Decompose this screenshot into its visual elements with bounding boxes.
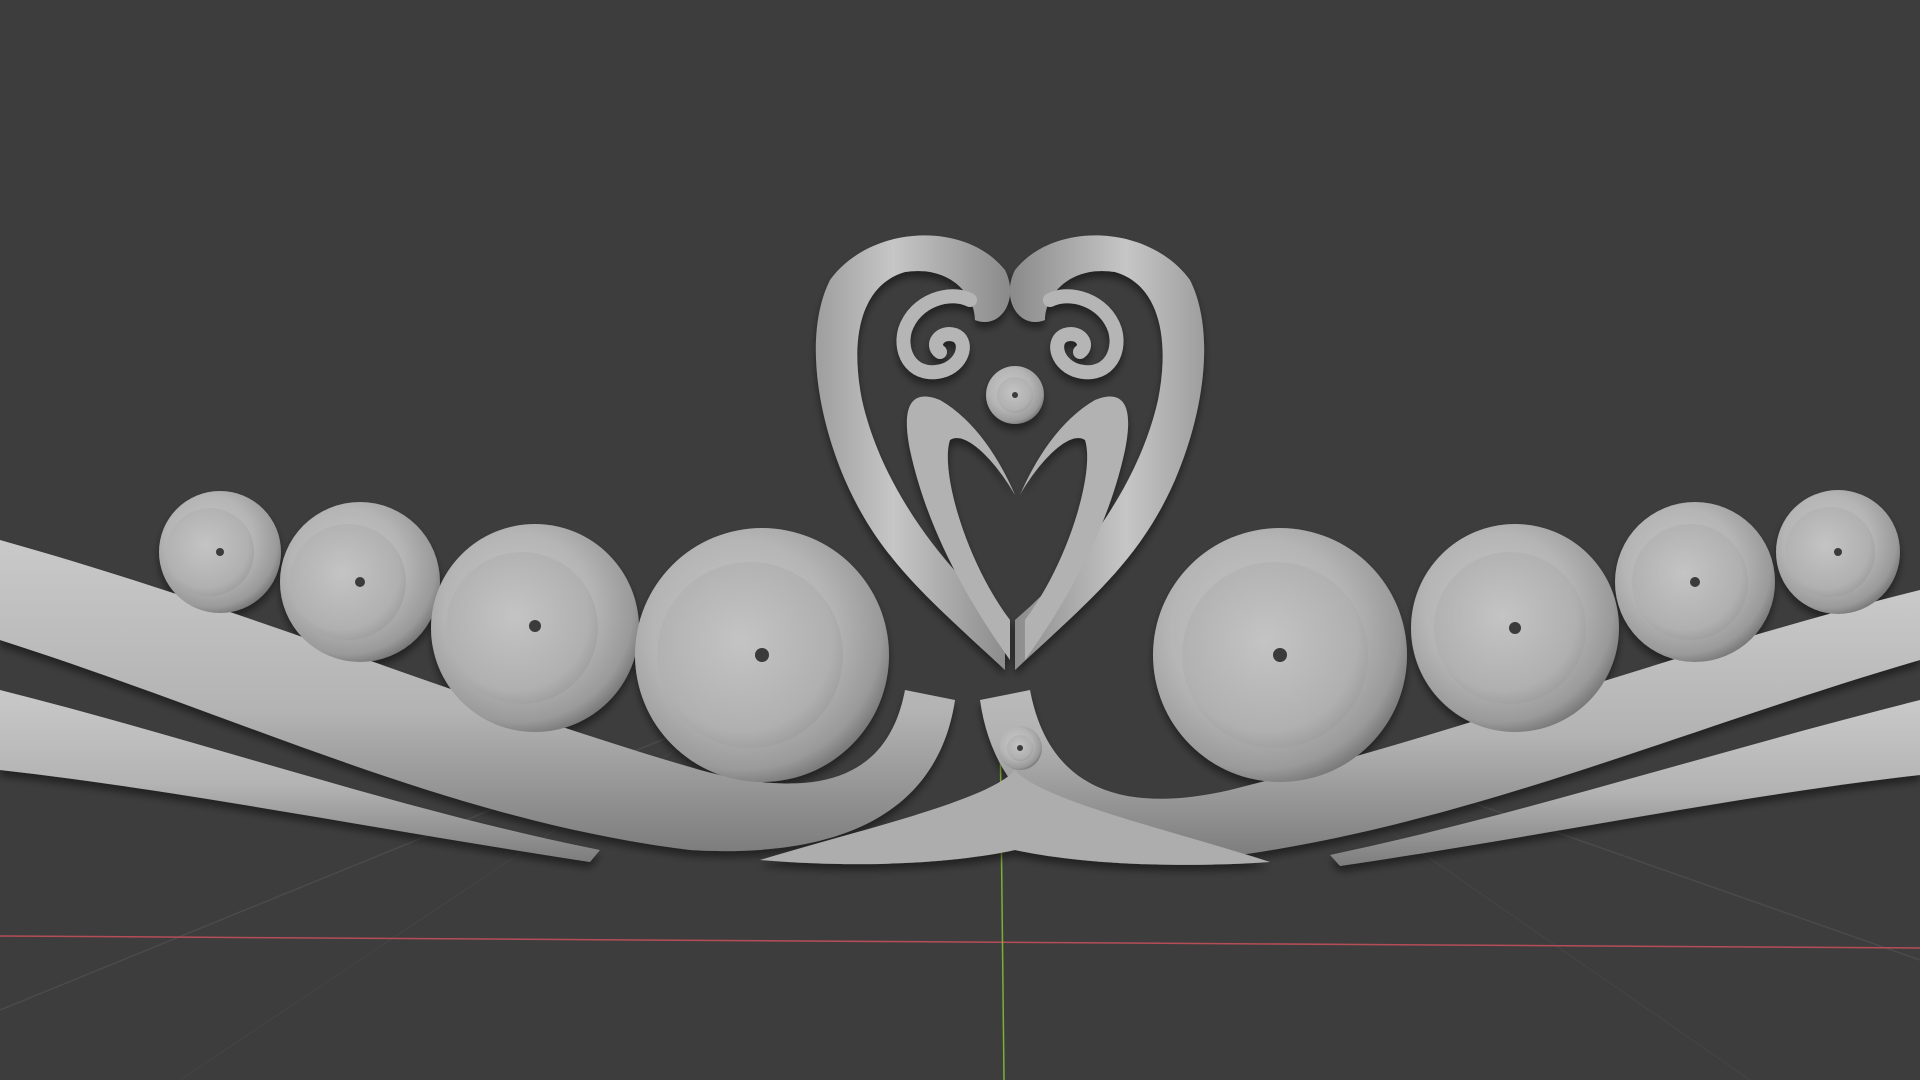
3d-viewport[interactable] [0,0,1920,1080]
x-axis-line [0,935,1920,949]
y-axis-line [999,719,1005,1080]
ornamental-swan-relief-model[interactable] [0,235,1920,866]
viewport-grid [0,699,1920,1080]
left-swan-curl [896,289,977,380]
viewport-canvas [0,235,1920,1080]
right-swan-curl [1043,289,1124,380]
